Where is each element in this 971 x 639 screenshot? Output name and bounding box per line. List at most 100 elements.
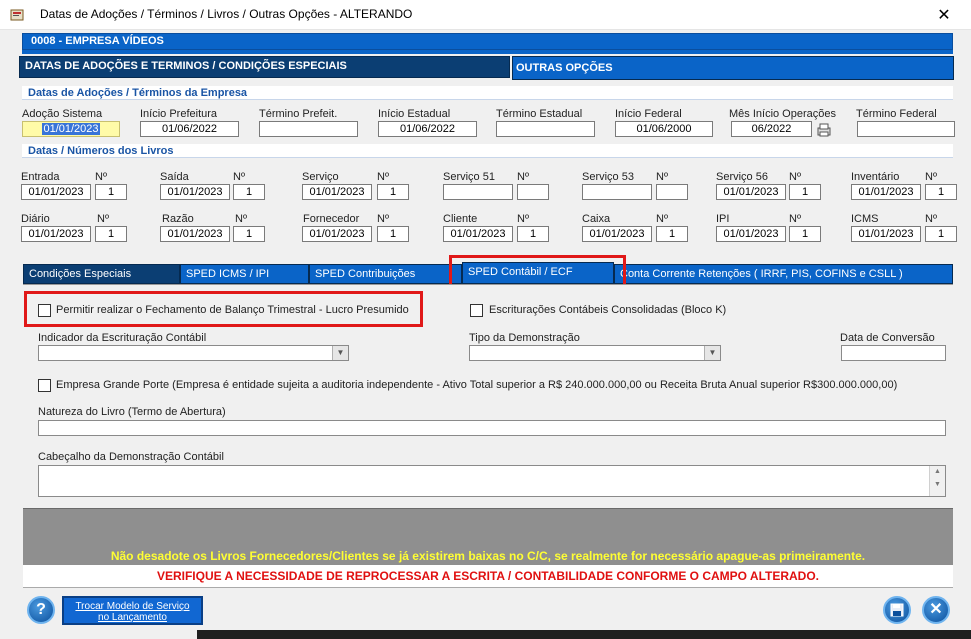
trocar-modelo-servico-button[interactable]: Trocar Modelo de Serviço no Lançamento [62, 596, 203, 625]
label-mes-inicio-operacoes: Mês Início Operações [729, 108, 836, 120]
field-icms-num[interactable]: 1 [925, 226, 957, 242]
label-termino-estadual: Término Estadual [496, 108, 583, 120]
field-inventario-num[interactable]: 1 [925, 184, 957, 200]
section-adocoes-header: Datas de Adoções / Términos da Empresa [22, 86, 953, 100]
tab-outras-opcoes[interactable]: OUTRAS OPÇÕES [512, 56, 954, 80]
field-caixa-num[interactable]: 1 [656, 226, 688, 242]
field-inicio-prefeitura[interactable]: 01/06/2022 [140, 121, 239, 137]
chevron-down-icon[interactable]: ▼ [704, 346, 720, 360]
field-termino-prefeit[interactable] [259, 121, 358, 137]
window-title: Datas de Adoções / Términos / Livros / O… [40, 7, 413, 21]
label-escrituracoes-consolidadas: Escriturações Contábeis Consolidadas (Bl… [489, 304, 727, 316]
trocar-modelo-line1: Trocar Modelo de Serviço [75, 601, 190, 612]
field-inventario-data[interactable]: 01/01/2023 [851, 184, 921, 200]
label-tipo-demonstracao: Tipo da Demonstração [469, 332, 580, 344]
label-cliente-num: Nº [517, 213, 529, 225]
tab-sped-contribuicoes[interactable]: SPED Contribuições [309, 264, 462, 284]
label-saida: Saída [160, 171, 189, 183]
field-servico-56-data[interactable]: 01/01/2023 [716, 184, 786, 200]
label-termino-federal: Término Federal [856, 108, 937, 120]
label-data-conversao: Data de Conversão [840, 332, 935, 344]
checkbox-escrituracoes-consolidadas[interactable] [470, 304, 483, 317]
chevron-down-icon[interactable]: ▼ [332, 346, 348, 360]
tab-datas-adocoes[interactable]: DATAS DE ADOÇÕES E TERMINOS / CONDIÇÕES … [19, 56, 510, 78]
window-titlebar: Datas de Adoções / Términos / Livros / O… [0, 0, 971, 30]
tab-sped-icms-ipi[interactable]: SPED ICMS / IPI [180, 264, 309, 284]
label-inicio-estadual: Início Estadual [378, 108, 451, 120]
label-icms-num: Nº [925, 213, 937, 225]
label-servico-51: Serviço 51 [443, 171, 495, 183]
label-inventario-num: Nº [925, 171, 937, 183]
label-fornecedor: Fornecedor [303, 213, 360, 225]
field-servico-53-data[interactable] [582, 184, 652, 200]
field-servico-data[interactable]: 01/01/2023 [302, 184, 372, 200]
label-inventario: Inventário [851, 171, 900, 183]
company-bar-underline [22, 50, 953, 54]
field-saida-data[interactable]: 01/01/2023 [160, 184, 230, 200]
field-servico-51-num[interactable] [517, 184, 549, 200]
save-button[interactable] [883, 596, 911, 624]
field-termino-estadual[interactable] [496, 121, 595, 137]
field-icms-data[interactable]: 01/01/2023 [851, 226, 921, 242]
scroll-down-icon[interactable]: ▼ [930, 481, 945, 488]
close-button[interactable]: ✕ [922, 596, 950, 624]
field-razao-num[interactable]: 1 [233, 226, 265, 242]
field-inicio-estadual[interactable]: 01/06/2022 [378, 121, 477, 137]
field-data-conversao[interactable] [841, 345, 946, 361]
calendar-printer-icon[interactable] [816, 122, 832, 138]
textarea-cabecalho-demonstracao[interactable]: ▲ ▼ [38, 465, 946, 497]
label-natureza-livro: Natureza do Livro (Termo de Abertura) [38, 406, 226, 418]
field-termino-federal[interactable] [857, 121, 955, 137]
label-caixa-num: Nº [656, 213, 668, 225]
field-mes-inicio-operacoes[interactable]: 06/2022 [731, 121, 812, 137]
field-cliente-data[interactable]: 01/01/2023 [443, 226, 513, 242]
field-ipi-num[interactable]: 1 [789, 226, 821, 242]
field-adocao-sistema[interactable]: 01/01/2023 [22, 121, 120, 137]
field-saida-num[interactable]: 1 [233, 184, 265, 200]
field-diario-num[interactable]: 1 [95, 226, 127, 242]
select-indicador-escrituracao[interactable]: ▼ [38, 345, 349, 361]
label-diario-num: Nº [97, 213, 109, 225]
label-entrada-num: Nº [95, 171, 107, 183]
field-razao-data[interactable]: 01/01/2023 [160, 226, 230, 242]
label-fechamento-trimestral: Permitir realizar o Fechamento de Balanç… [56, 304, 409, 316]
field-entrada-data[interactable]: 01/01/2023 [21, 184, 91, 200]
scroll-up-icon[interactable]: ▲ [930, 468, 945, 475]
field-entrada-num[interactable]: 1 [95, 184, 127, 200]
field-servico-51-data[interactable] [443, 184, 513, 200]
label-fornecedor-num: Nº [377, 213, 389, 225]
label-cliente: Cliente [443, 213, 478, 225]
label-servico-51-num: Nº [517, 171, 529, 183]
label-servico-56: Serviço 56 [716, 171, 768, 183]
help-button[interactable]: ? [27, 596, 55, 624]
field-ipi-data[interactable]: 01/01/2023 [716, 226, 786, 242]
app-icon [10, 9, 24, 21]
label-inicio-federal: Início Federal [615, 108, 682, 120]
warning-band [23, 508, 953, 547]
tab-conta-corrente-retencoes[interactable]: Conta Corrente Retenções ( IRRF, PIS, CO… [614, 264, 953, 284]
label-caixa: Caixa [582, 213, 611, 225]
tab-condicoes-especiais[interactable]: Condições Especiais [23, 264, 180, 284]
field-inicio-federal[interactable]: 01/06/2000 [615, 121, 713, 137]
field-natureza-livro[interactable] [38, 420, 946, 436]
label-razao-num: Nº [235, 213, 247, 225]
checkbox-empresa-grande-porte[interactable] [38, 379, 51, 392]
trocar-modelo-line2: no Lançamento [98, 612, 167, 623]
field-servico-53-num[interactable] [656, 184, 688, 200]
field-adocao-sistema-value: 01/01/2023 [42, 123, 100, 135]
field-fornecedor-num[interactable]: 1 [377, 226, 409, 242]
textarea-scrollbar[interactable]: ▲ ▼ [929, 466, 945, 496]
label-inicio-prefeitura: Início Prefeitura [140, 108, 218, 120]
field-fornecedor-data[interactable]: 01/01/2023 [302, 226, 372, 242]
label-razao: Razão [162, 213, 194, 225]
field-caixa-data[interactable]: 01/01/2023 [582, 226, 652, 242]
window-close-icon[interactable]: ✕ [934, 5, 954, 25]
field-servico-56-num[interactable]: 1 [789, 184, 821, 200]
field-cliente-num[interactable]: 1 [517, 226, 549, 242]
label-saida-num: Nº [233, 171, 245, 183]
checkbox-fechamento-trimestral[interactable] [38, 304, 51, 317]
select-tipo-demonstracao[interactable]: ▼ [469, 345, 721, 361]
label-servico: Serviço [302, 171, 339, 183]
field-servico-num[interactable]: 1 [377, 184, 409, 200]
field-diario-data[interactable]: 01/01/2023 [21, 226, 91, 242]
